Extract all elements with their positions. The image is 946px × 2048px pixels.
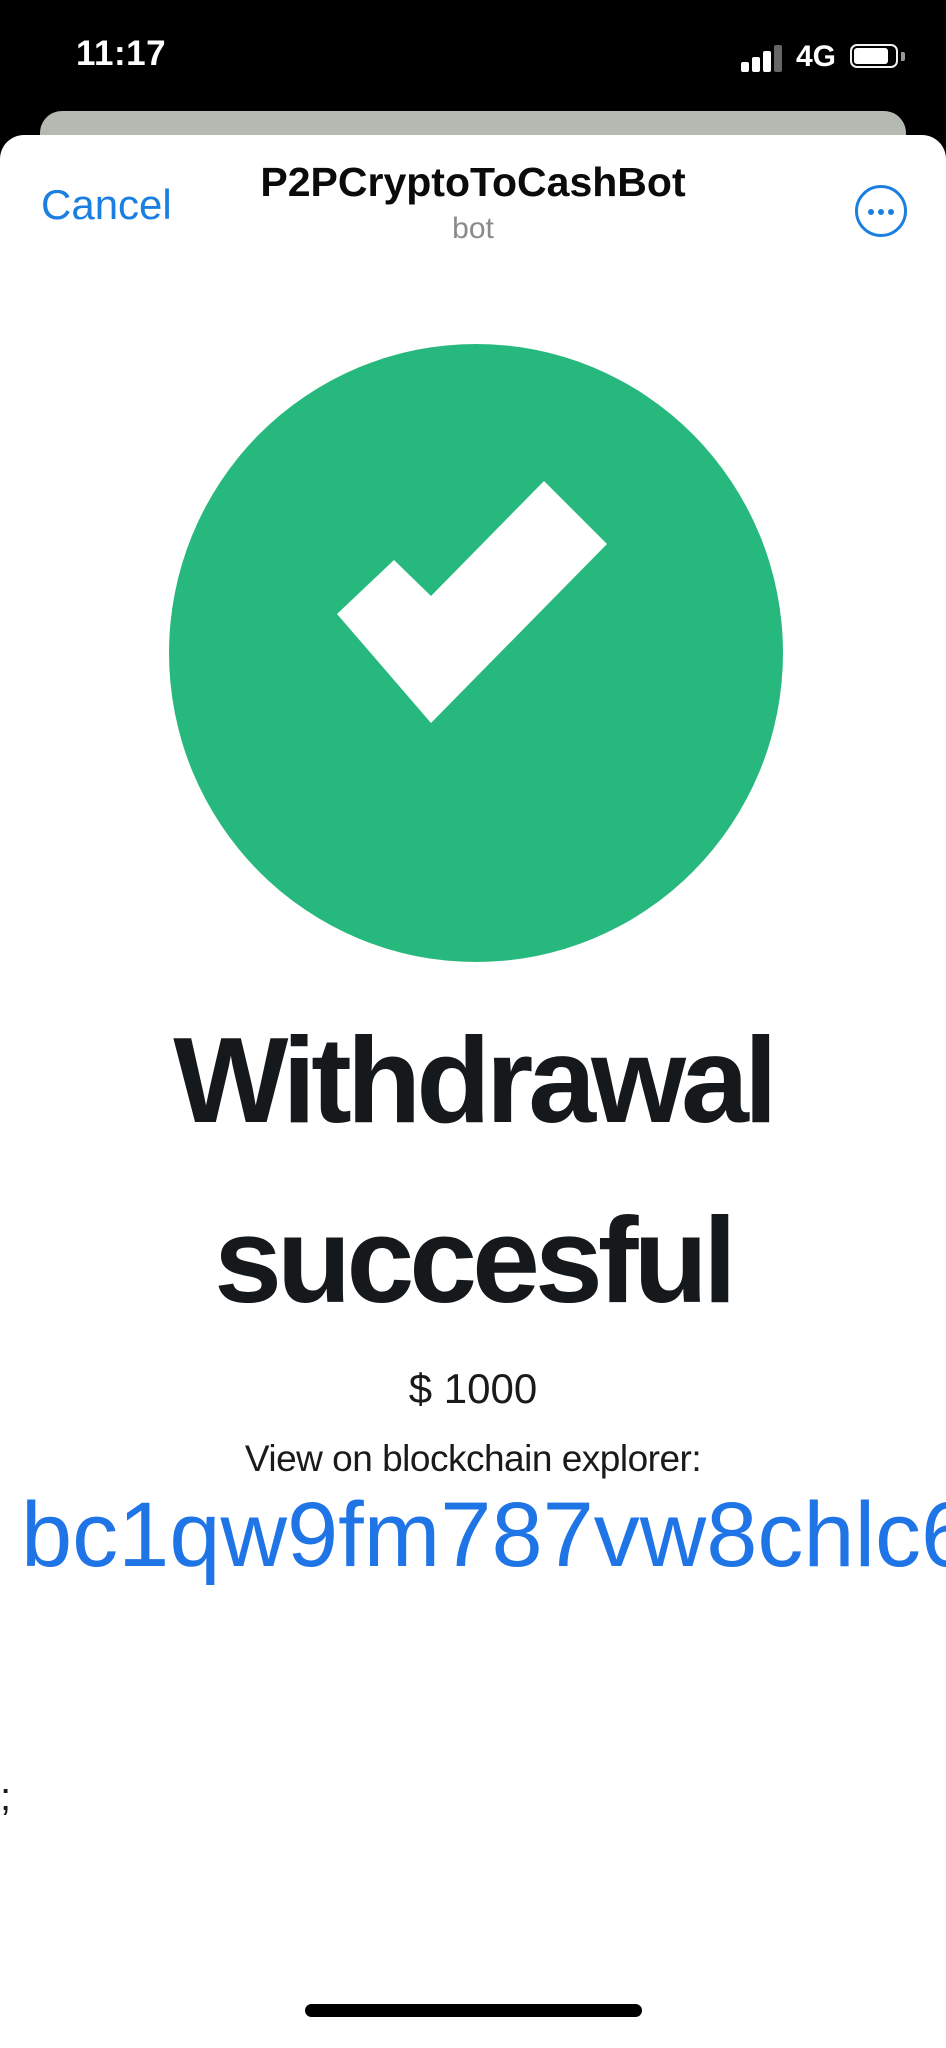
network-type: 4G <box>796 40 837 73</box>
bot-title: P2PCryptoToCashBot <box>260 159 686 205</box>
headline-line-2: succesful <box>214 1192 737 1328</box>
check-circle-icon <box>169 344 783 962</box>
headline-line-1: Withdrawal <box>173 1012 778 1148</box>
explorer-label: View on blockchain explorer: <box>244 1438 702 1479</box>
more-options-button[interactable] <box>855 185 907 237</box>
page-title: Withdrawal succesful <box>0 990 946 1350</box>
stray-text: ; <box>0 1775 12 1819</box>
bot-subtitle: bot <box>452 212 494 245</box>
status-time: 11:17 <box>76 34 167 73</box>
battery-icon <box>850 44 906 72</box>
cellular-signal-icon <box>741 44 783 72</box>
transaction-link[interactable]: bc1qw9fm787vw8chlc6 <box>21 1483 946 1588</box>
status-bar: 11:17 4G <box>0 0 946 112</box>
home-indicator[interactable] <box>305 2004 642 2017</box>
bot-webview-sheet: Cancel P2PCryptoToCashBot bot Withdrawal… <box>0 135 946 2048</box>
withdrawal-amount: $ 1000 <box>408 1365 538 1412</box>
